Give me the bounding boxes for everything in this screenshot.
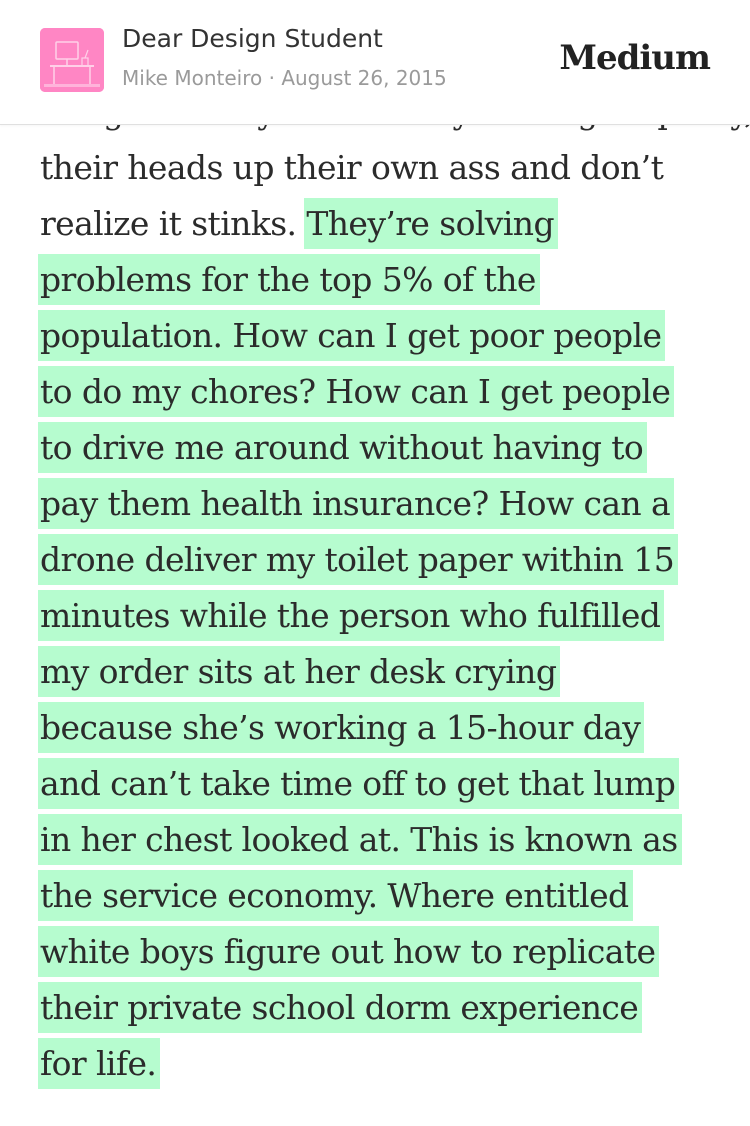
- highlighted-text[interactable]: minutes while the person who fulfilled: [38, 590, 665, 641]
- meta-separator: ·: [262, 66, 282, 90]
- article-line: and can’t take time off to get that lump: [38, 756, 740, 812]
- highlighted-text[interactable]: problems for the top 5% of the: [38, 254, 540, 305]
- desk-illustration-icon: [40, 28, 104, 92]
- article-line: to do my chores? How can I get people: [38, 364, 740, 420]
- article-text: their heads up their own ass and don’t: [40, 148, 664, 187]
- article-text: realize it stinks.: [40, 204, 307, 243]
- article-line: the service economy. Where entitled: [38, 868, 740, 924]
- article-line: for life.: [38, 1036, 740, 1092]
- article-line: minutes while the person who fulfilled: [38, 588, 740, 644]
- highlighted-text[interactable]: in her chest looked at. This is known as: [38, 814, 682, 865]
- author-name[interactable]: Mike Monteiro: [122, 66, 262, 90]
- highlighted-text[interactable]: population. How can I get poor people: [38, 310, 666, 361]
- article-line: to drive me around without having to: [38, 420, 740, 476]
- article-line: pay them health insurance? How can a: [38, 476, 740, 532]
- highlighted-text[interactable]: drone deliver my toilet paper within 15: [38, 534, 679, 585]
- article-thumbnail[interactable]: [40, 28, 104, 92]
- article-meta: Mike Monteiro · August 26, 2015: [122, 66, 447, 90]
- publish-date: August 26, 2015: [281, 66, 447, 90]
- highlighted-text[interactable]: because she’s working a 15-hour day: [38, 702, 645, 753]
- highlighted-text[interactable]: my order sits at her desk crying: [38, 646, 561, 697]
- article-line: because she’s working a 15-hour day: [38, 700, 740, 756]
- highlighted-text[interactable]: and can’t take time off to get that lump: [38, 758, 680, 809]
- article-body: are great at systematically lacking empa…: [38, 84, 750, 1092]
- article-line: in her chest looked at. This is known as: [38, 812, 740, 868]
- highlighted-text[interactable]: pay them health insurance? How can a: [38, 478, 675, 529]
- article-line: white boys figure out how to replicate: [38, 924, 740, 980]
- article-line: my order sits at her desk crying: [38, 644, 740, 700]
- article-line: their private school dorm experience: [38, 980, 740, 1036]
- article-title[interactable]: Dear Design Student: [122, 24, 383, 53]
- medium-logo[interactable]: Medium: [559, 38, 711, 78]
- highlighted-text[interactable]: the service economy. Where entitled: [38, 870, 633, 921]
- article-header-bar: Dear Design Student Mike Monteiro · Augu…: [0, 0, 750, 125]
- highlighted-text[interactable]: They’re solving: [304, 198, 558, 249]
- highlighted-text[interactable]: to do my chores? How can I get people: [38, 366, 675, 417]
- highlighted-text[interactable]: white boys figure out how to replicate: [38, 926, 660, 977]
- article-line: drone deliver my toilet paper within 15: [38, 532, 740, 588]
- article-line: their heads up their own ass and don’t: [40, 140, 740, 196]
- article-line: population. How can I get poor people: [38, 308, 740, 364]
- highlighted-text[interactable]: for life.: [38, 1038, 161, 1089]
- article-line: realize it stinks. They’re solving: [40, 196, 740, 252]
- article-line: problems for the top 5% of the: [38, 252, 740, 308]
- highlighted-text[interactable]: their private school dorm experience: [38, 982, 643, 1033]
- highlighted-text[interactable]: to drive me around without having to: [38, 422, 648, 473]
